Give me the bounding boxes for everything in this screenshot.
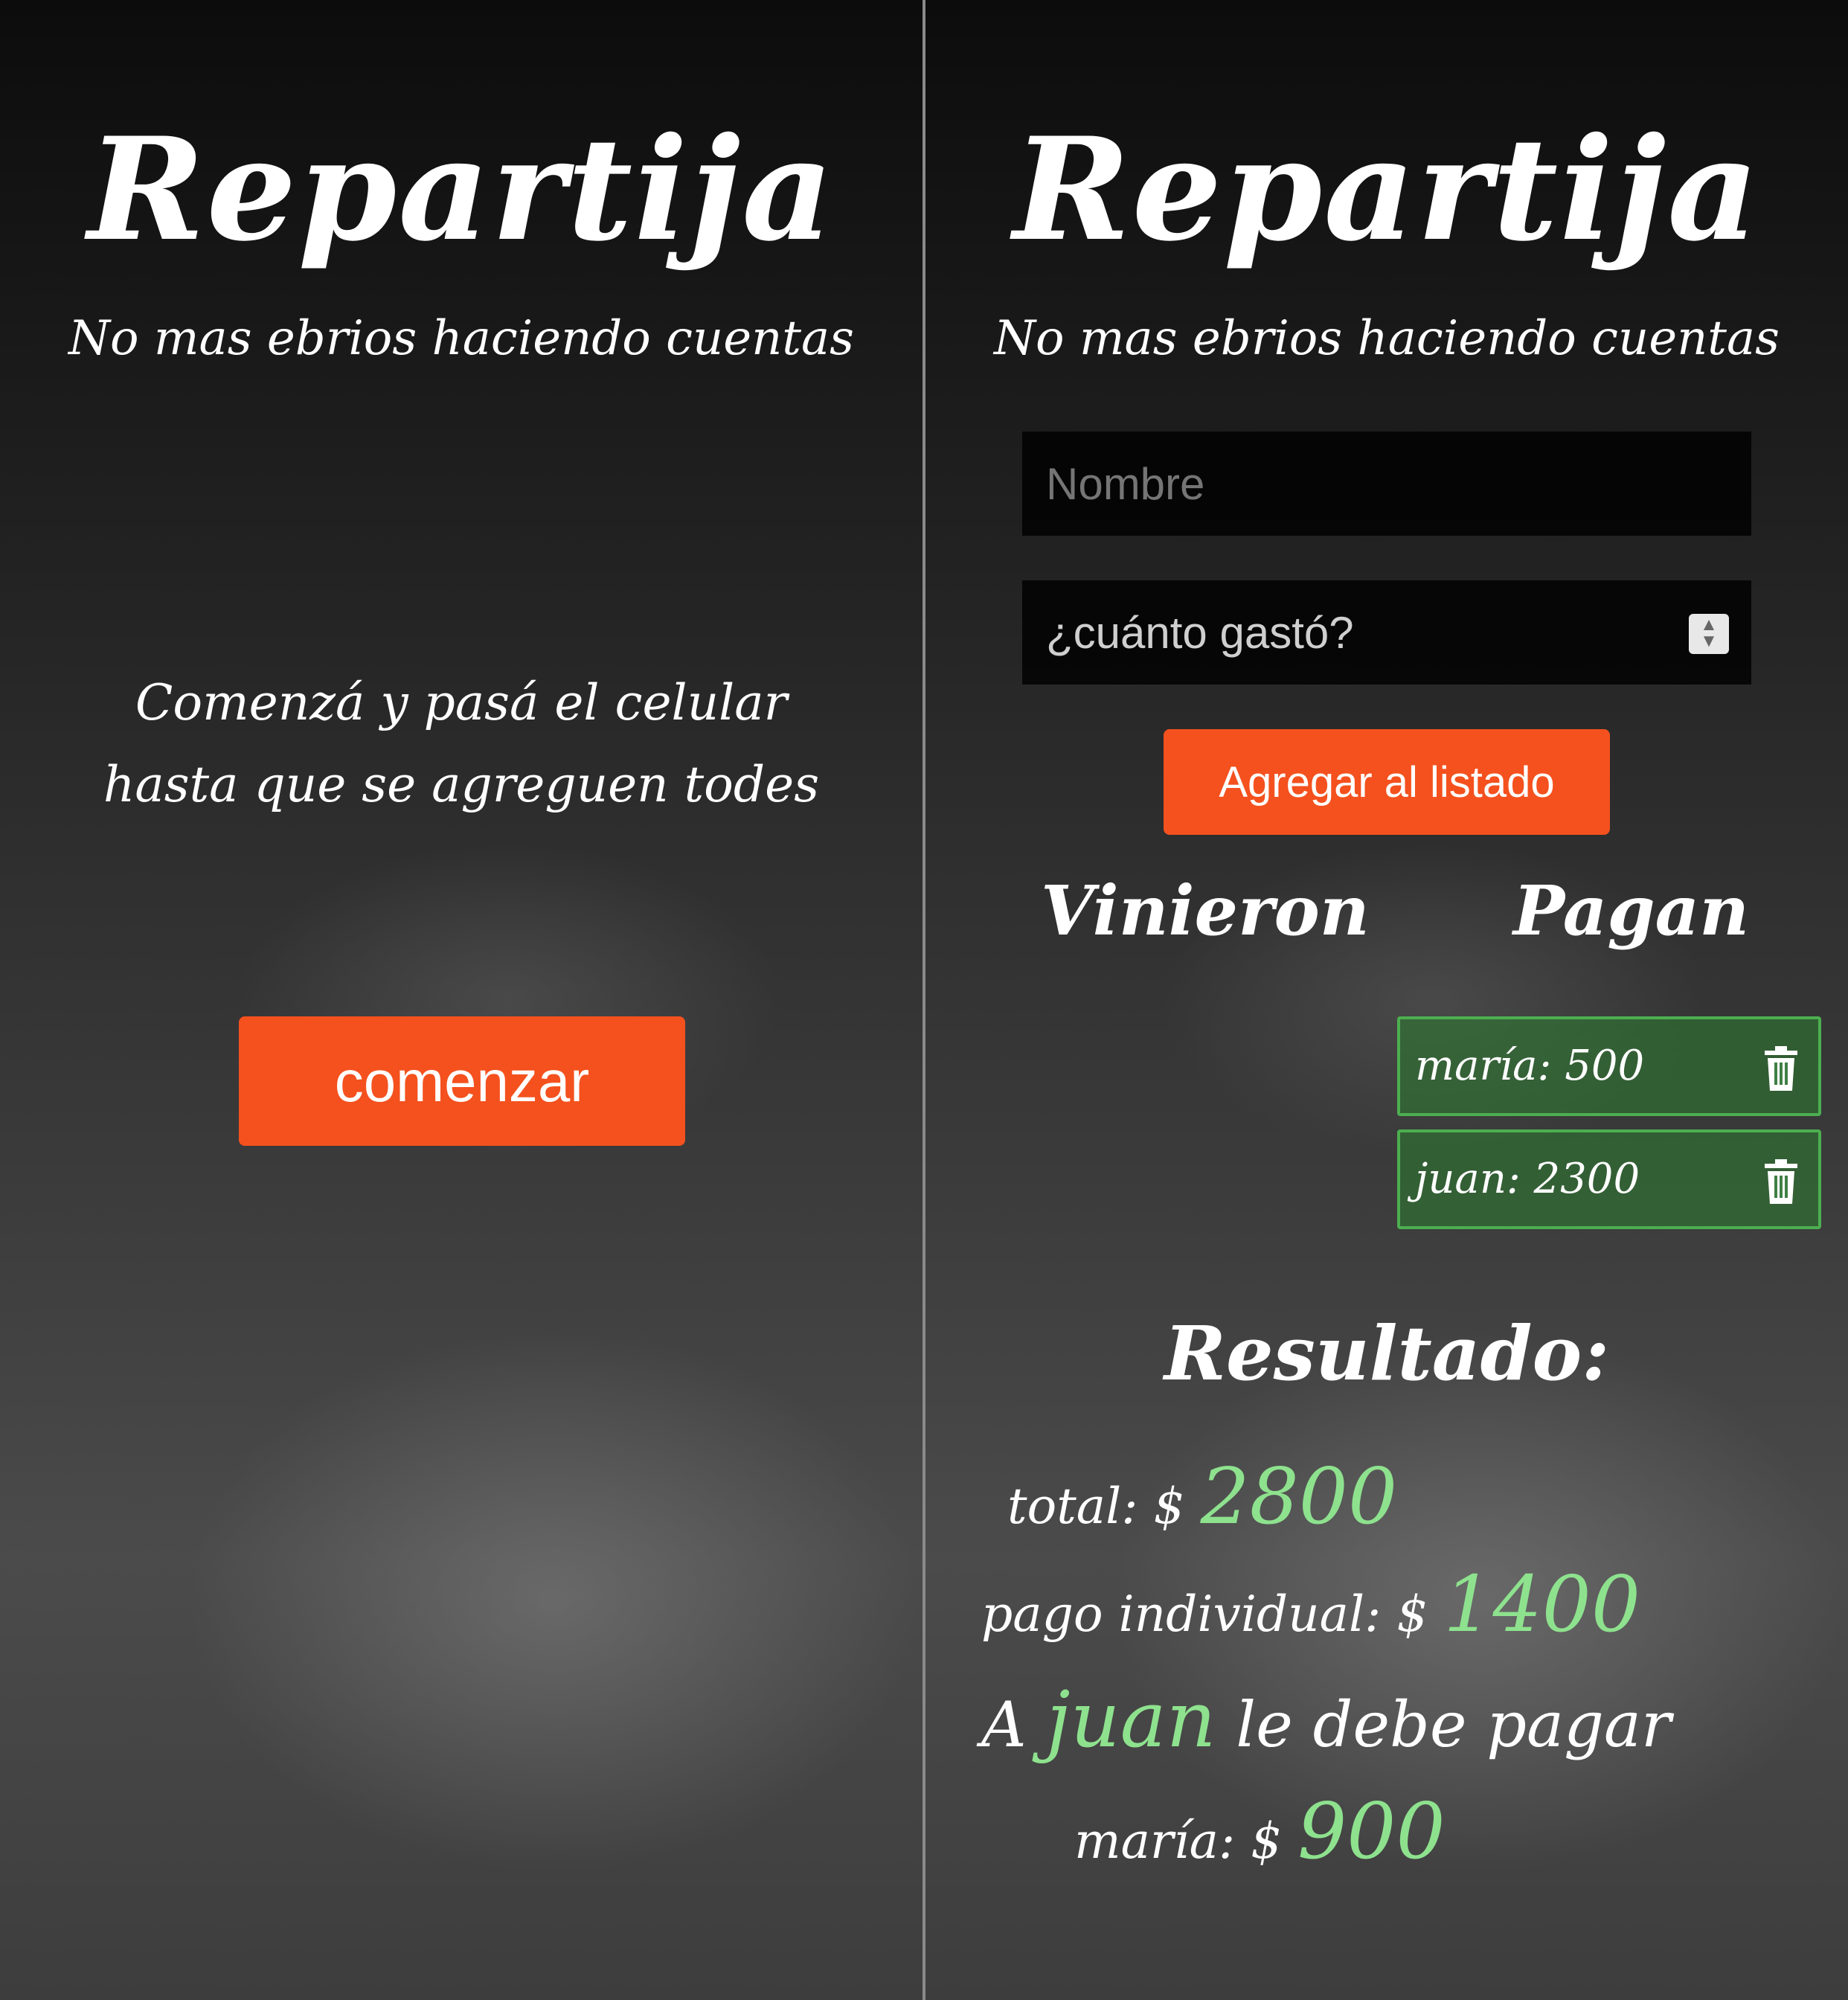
amount-placeholder: ¿cuánto gastó? (1046, 607, 1354, 658)
trash-icon[interactable] (1763, 1046, 1799, 1091)
creditor-name: juan (1046, 1674, 1216, 1765)
payer-item: juan: 2300 (1397, 1129, 1821, 1229)
number-stepper-icon[interactable]: ▲ ▼ (1689, 614, 1729, 654)
payer-label: maría: 500 (1415, 1042, 1645, 1090)
app-title: Repartija (1013, 106, 1761, 272)
individual-value: 1400 (1443, 1559, 1641, 1650)
result-heading: Resultado: (1164, 1310, 1610, 1397)
start-screen: Repartija No mas ebrios haciendo cuentas… (0, 0, 923, 2000)
start-button[interactable]: comenzar (239, 1016, 685, 1146)
split-screen: Repartija No mas ebrios haciendo cuentas… (925, 0, 1848, 2000)
debtor-line: maría: $ 900 (1074, 1786, 1446, 1876)
total-label: total: $ (1007, 1478, 1185, 1535)
instructions-line-1: Comenzá y pasá el celular (135, 674, 788, 731)
debt-prefix: A (981, 1688, 1027, 1761)
total-value: 2800 (1200, 1451, 1398, 1542)
payer-label: juan: 2300 (1415, 1155, 1640, 1203)
add-to-list-button[interactable]: Agregar al listado (1164, 729, 1610, 835)
amount-input[interactable]: ¿cuánto gastó? ▲ ▼ (1022, 580, 1751, 685)
app-subtitle: No mas ebrios haciendo cuentas (68, 311, 855, 366)
name-input[interactable] (1022, 432, 1751, 536)
instructions-text: Comenzá y pasá el celular hasta que se a… (0, 662, 923, 826)
instructions-line-2: hasta que se agreguen todes (103, 756, 820, 813)
total-line: total: $ 2800 (1007, 1451, 1397, 1542)
debtor-label: maría: $ (1074, 1812, 1283, 1870)
payer-item: maría: 500 (1397, 1016, 1821, 1116)
debtor-amount: 900 (1297, 1786, 1446, 1876)
debt-line: A juan le debe pagar (981, 1674, 1671, 1765)
app-title: Repartija (87, 106, 835, 272)
pay-column-header: Pagan (1513, 871, 1750, 951)
app-subtitle: No mas ebrios haciendo cuentas (993, 311, 1780, 366)
came-column-header: Vinieron (1041, 871, 1370, 951)
individual-label: pago individual: $ (981, 1586, 1428, 1643)
individual-payment-line: pago individual: $ 1400 (981, 1559, 1640, 1650)
debt-suffix: le debe pagar (1236, 1688, 1672, 1761)
trash-icon[interactable] (1763, 1159, 1799, 1204)
